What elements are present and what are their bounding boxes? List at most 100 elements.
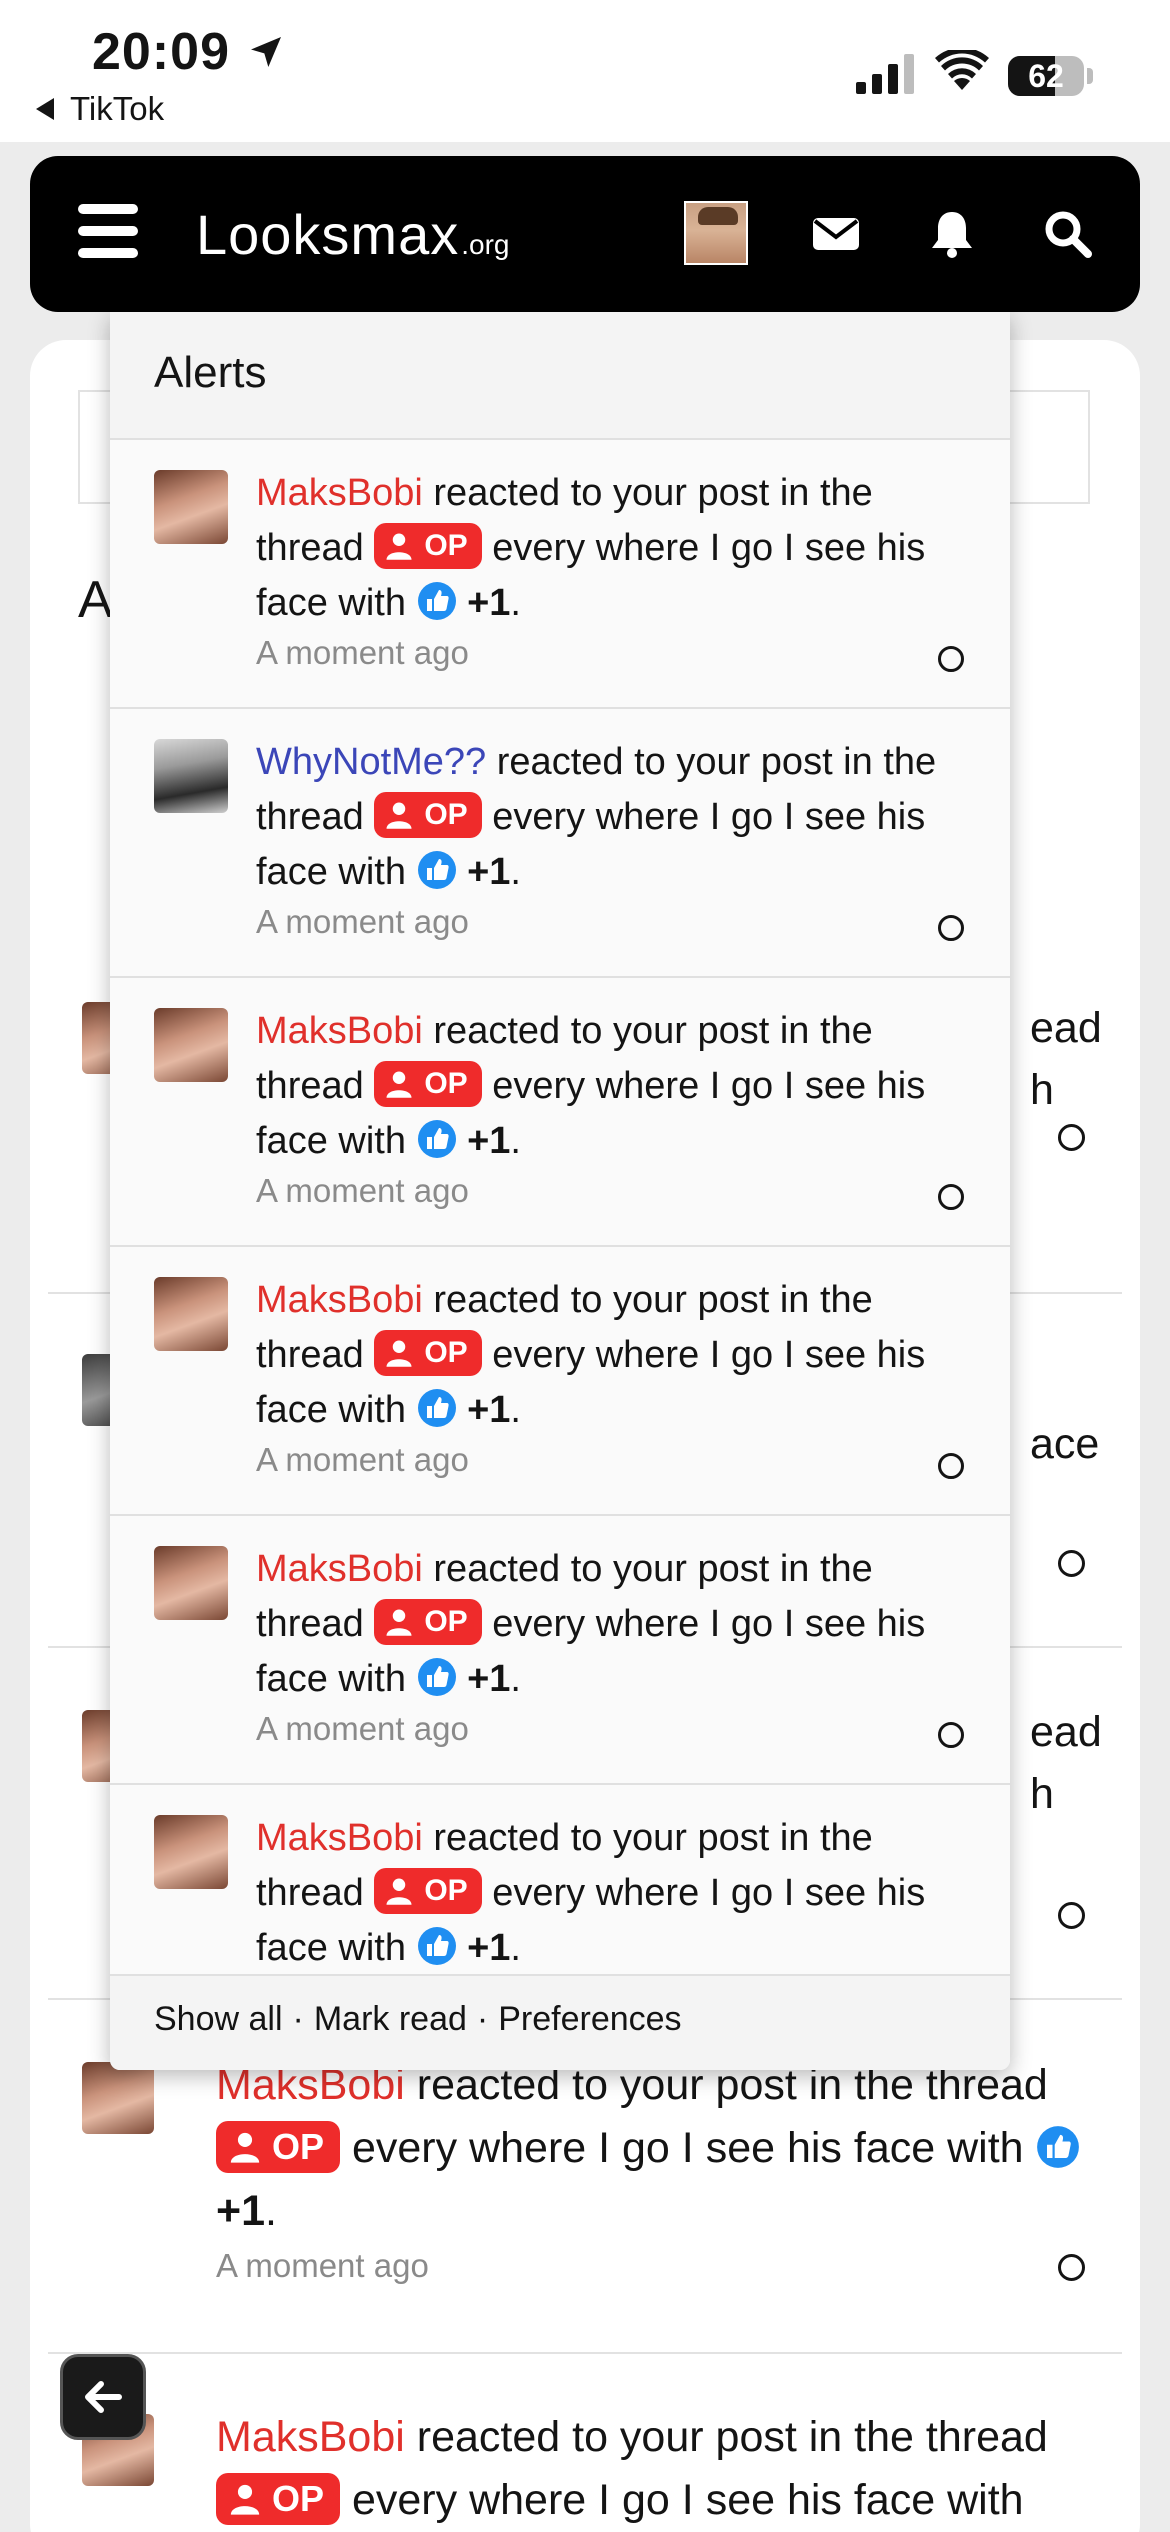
alert-reaction-label: +1 — [467, 1120, 511, 1162]
op-badge: OP — [374, 791, 482, 838]
alerts-dropdown: Alerts MaksBobi reacted to your post in … — [110, 312, 1010, 2070]
background-alert-item[interactable]: MaksBobi reacted to your post in the thr… — [80, 2054, 1120, 2285]
op-badge-label: OP — [272, 2478, 325, 2520]
user-icon — [386, 533, 412, 560]
alert-avatar[interactable] — [154, 739, 228, 813]
mark-read-dot[interactable] — [1058, 1550, 1085, 1577]
alert-item[interactable]: WhyNotMe?? reacted to your post in the t… — [110, 709, 1010, 978]
menu-icon[interactable] — [78, 204, 138, 258]
alerts-list[interactable]: MaksBobi reacted to your post in the thr… — [110, 440, 1010, 1976]
alert-reaction-label: +1 — [216, 2187, 266, 2235]
status-bar: 20:09 TikTok 62 — [0, 0, 1170, 142]
like-reaction-icon — [417, 1926, 456, 1965]
alerts-title: Alerts — [110, 312, 1010, 440]
op-badge-label: OP — [424, 1067, 468, 1101]
op-badge-label: OP — [424, 798, 468, 832]
alert-item[interactable]: MaksBobi reacted to your post in the thr… — [110, 978, 1010, 1247]
background-text-fragment: ead — [1030, 1004, 1102, 1052]
alert-text: MaksBobi reacted to your post in the thr… — [256, 1273, 976, 1438]
alert-text: MaksBobi reacted to your post in the thr… — [256, 1542, 976, 1707]
back-app-label: TikTok — [70, 90, 165, 127]
alert-reaction-label: +1 — [467, 1389, 511, 1431]
location-arrow-icon — [251, 37, 281, 67]
back-button[interactable] — [60, 2354, 146, 2440]
alert-period: . — [510, 1120, 521, 1162]
user-icon — [386, 1878, 412, 1905]
alert-period: . — [265, 2187, 277, 2235]
preferences-link[interactable]: Preferences — [498, 2000, 681, 2038]
alert-username[interactable]: MaksBobi — [256, 472, 423, 514]
mark-read-dot[interactable] — [1058, 1902, 1085, 1929]
alert-text: MaksBobi reacted to your post in the thr… — [216, 2054, 1120, 2243]
op-badge-label: OP — [424, 1336, 468, 1370]
background-text-fragment: h — [1030, 1066, 1054, 1114]
op-badge: OP — [216, 2120, 341, 2173]
user-avatar[interactable] — [684, 201, 748, 265]
alert-avatar[interactable] — [154, 1277, 228, 1351]
alert-text-before: reacted to your post in the thread — [416, 2413, 1048, 2461]
battery-tip — [1087, 68, 1093, 84]
back-to-app-link[interactable]: TikTok — [36, 90, 164, 128]
alert-text: MaksBobi reacted to your post in the thr… — [256, 1004, 976, 1169]
user-icon — [386, 1340, 412, 1367]
site-logo[interactable]: Looksmax .org — [196, 202, 509, 267]
alert-username[interactable]: MaksBobi — [256, 1279, 423, 1321]
op-badge-label: OP — [424, 1605, 468, 1639]
alert-avatar[interactable] — [82, 2062, 154, 2134]
alert-avatar[interactable] — [154, 1008, 228, 1082]
alert-text: MaksBobi reacted to your post in the thr… — [256, 1811, 976, 1976]
op-badge: OP — [216, 2472, 341, 2525]
op-badge: OP — [374, 522, 482, 569]
alert-period: . — [510, 582, 521, 624]
mark-read-dot[interactable] — [938, 1453, 964, 1479]
alert-time: A moment ago — [256, 634, 469, 671]
user-icon — [386, 802, 412, 829]
mark-read-dot[interactable] — [938, 1722, 964, 1748]
alert-reaction-label: +1 — [467, 1927, 511, 1969]
mark-read-dot[interactable] — [1058, 2254, 1085, 2281]
user-icon — [386, 1609, 412, 1636]
like-reaction-icon — [417, 581, 456, 620]
alert-text: WhyNotMe?? reacted to your post in the t… — [256, 735, 976, 900]
back-triangle-icon — [36, 98, 54, 120]
alert-item[interactable]: MaksBobi reacted to your post in the thr… — [110, 1247, 1010, 1516]
alert-username[interactable]: MaksBobi — [256, 1817, 423, 1859]
wifi-icon — [935, 50, 989, 90]
alert-time: A moment ago — [256, 903, 469, 940]
alert-username[interactable]: MaksBobi — [216, 2413, 405, 2461]
mark-read-dot[interactable] — [938, 1184, 964, 1210]
bell-icon[interactable] — [926, 208, 978, 260]
alert-item[interactable]: MaksBobi reacted to your post in the thr… — [110, 1785, 1010, 1976]
mark-read-dot[interactable] — [1058, 1124, 1085, 1151]
battery-percent: 62 — [1028, 58, 1064, 94]
alert-period: . — [510, 1927, 521, 1969]
alert-avatar[interactable] — [154, 1546, 228, 1620]
alert-reaction-label: +1 — [467, 851, 511, 893]
user-icon — [230, 2132, 260, 2163]
op-badge-label: OP — [424, 529, 468, 563]
alert-avatar[interactable] — [154, 470, 228, 544]
background-alert-item[interactable]: MaksBobi reacted to your post in the thr… — [80, 2406, 1120, 2532]
alert-username[interactable]: MaksBobi — [256, 1010, 423, 1052]
alert-avatar[interactable] — [154, 1815, 228, 1889]
mark-read-dot[interactable] — [938, 915, 964, 941]
alert-username[interactable]: MaksBobi — [256, 1548, 423, 1590]
arrow-left-icon — [85, 2381, 122, 2413]
alert-username[interactable]: WhyNotMe?? — [256, 741, 486, 783]
alert-item[interactable]: MaksBobi reacted to your post in the thr… — [110, 1516, 1010, 1785]
divider — [48, 2352, 1122, 2354]
alert-reaction-label: +1 — [467, 582, 511, 624]
alert-period: . — [510, 1389, 521, 1431]
mark-read-link[interactable]: Mark read — [314, 2000, 467, 2038]
mail-icon[interactable] — [810, 208, 862, 260]
alert-item[interactable]: MaksBobi reacted to your post in the thr… — [110, 440, 1010, 709]
background-text-fragment: ace — [1030, 1420, 1100, 1468]
alert-thread-title[interactable]: every where I go I see his face with — [352, 2124, 1024, 2172]
mark-read-dot[interactable] — [938, 646, 964, 672]
user-icon — [386, 1071, 412, 1098]
show-all-link[interactable]: Show all — [154, 2000, 283, 2038]
search-icon[interactable] — [1042, 208, 1094, 260]
logo-tld: .org — [461, 229, 510, 260]
battery-indicator: 62 — [1008, 56, 1084, 96]
alert-thread-title[interactable]: every where I go I see his face with — [352, 2476, 1024, 2524]
